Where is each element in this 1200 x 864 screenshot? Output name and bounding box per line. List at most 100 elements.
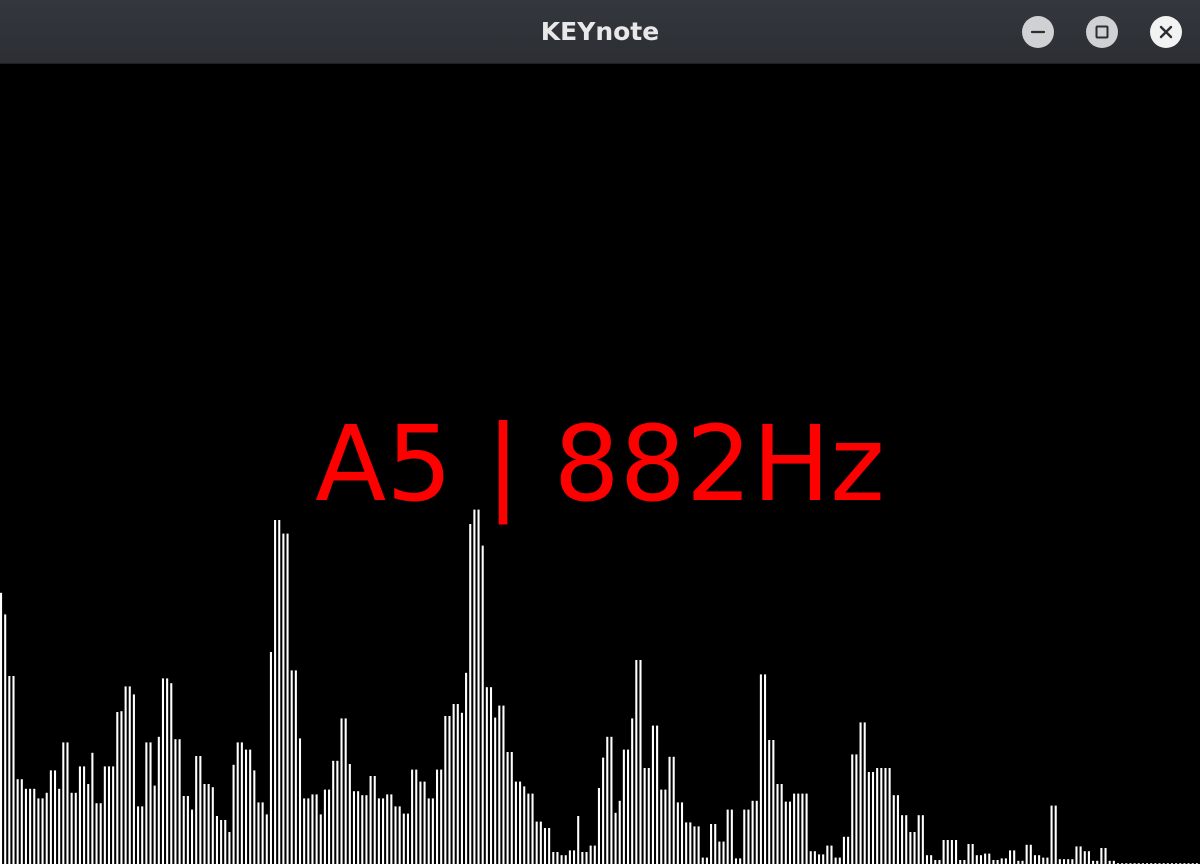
spectrum-bar	[311, 794, 314, 864]
spectrum-bar	[157, 736, 160, 864]
spectrum-bar	[87, 784, 90, 864]
spectrum-bar	[211, 787, 214, 864]
spectrum-bar	[631, 718, 634, 864]
spectrum-bar	[809, 851, 812, 864]
spectrum-bar	[593, 845, 596, 864]
spectrum-bar	[107, 766, 111, 864]
spectrum-bar	[581, 852, 584, 864]
spectrum-bar	[469, 524, 472, 864]
visualizer-area: A5 | 882Hz	[0, 64, 1200, 864]
close-button[interactable]	[1150, 16, 1182, 48]
spectrum-bar	[232, 764, 235, 864]
spectrum-bar	[1058, 859, 1061, 864]
spectrum-bar	[170, 683, 173, 864]
spectrum-bar	[930, 855, 933, 864]
spectrum-bar	[502, 705, 505, 864]
spectrum-bar	[348, 764, 351, 864]
spectrum-bar	[602, 757, 605, 864]
spectrum-bar	[685, 822, 688, 864]
spectrum-bar	[955, 840, 958, 864]
spectrum-bar	[651, 725, 654, 864]
spectrum-bar	[905, 815, 908, 864]
spectrum-bar	[323, 789, 326, 864]
spectrum-bar	[203, 784, 206, 864]
spectrum-bar	[489, 687, 493, 864]
spectrum-bar	[710, 824, 713, 864]
spectrum-bar	[278, 520, 281, 864]
spectrum-bar	[141, 806, 144, 864]
spectrum-bar	[1054, 805, 1057, 864]
spectrum-bar	[298, 738, 302, 864]
spectrum-bar	[377, 798, 380, 864]
spectrum-bar	[830, 845, 833, 864]
spectrum-bar	[813, 851, 816, 864]
spectrum-bar	[1100, 848, 1103, 864]
spectrum-bar	[8, 676, 11, 864]
spectrum-bar	[701, 857, 704, 864]
spectrum-bar	[739, 858, 742, 864]
spectrum-bar	[128, 686, 131, 864]
spectrum-bar	[618, 800, 621, 864]
spectrum-bar	[427, 798, 430, 864]
spectrum-bar	[423, 781, 426, 864]
spectrum-bar	[539, 821, 542, 864]
spectrum-bar	[560, 855, 563, 864]
note-frequency-display: A5 | 882Hz	[315, 403, 885, 525]
spectrum-bar	[780, 784, 783, 864]
spectrum-bar	[925, 855, 929, 864]
spectrum-bar	[668, 756, 671, 864]
spectrum-bar	[938, 860, 941, 864]
spectrum-bar	[149, 742, 152, 864]
spectrum-bar	[959, 860, 962, 864]
spectrum-bar	[1004, 858, 1007, 864]
spectrum-bar	[161, 678, 165, 864]
spectrum-bar	[215, 816, 218, 864]
spectrum-bar	[855, 754, 858, 864]
spectrum-bar	[946, 840, 949, 864]
spectrum-bar	[514, 781, 517, 864]
spectrum-bar	[365, 795, 368, 864]
spectrum-bar	[1062, 859, 1066, 864]
spectrum-bar	[444, 716, 447, 864]
spectrum-bar	[182, 796, 185, 864]
spectrum-bar	[1067, 859, 1070, 864]
spectrum-bar	[718, 841, 721, 864]
spectrum-bar	[16, 779, 19, 864]
spectrum-bar	[112, 766, 115, 864]
spectrum-bar	[842, 836, 845, 864]
spectrum-bar	[373, 776, 376, 864]
spectrum-bar	[564, 855, 567, 864]
spectrum-bar	[730, 809, 733, 864]
spectrum-bar	[352, 791, 356, 864]
spectrum-bar	[722, 841, 725, 864]
spectrum-bar	[431, 798, 434, 864]
spectrum-bar	[896, 795, 899, 864]
spectrum-bar	[178, 739, 181, 864]
spectrum-bar	[186, 796, 189, 864]
spectrum-bar	[78, 766, 81, 864]
spectrum-bar	[137, 806, 140, 864]
spectrum-bar	[465, 672, 468, 864]
spectrum-bar	[531, 793, 534, 864]
spectrum-bar	[573, 850, 576, 864]
spectrum-bar	[1104, 848, 1107, 864]
spectrum-bar	[228, 832, 231, 864]
spectrum-bar	[199, 756, 202, 864]
spectrum-bar	[597, 788, 600, 864]
spectrum-bar	[880, 768, 883, 864]
spectrum-bar	[191, 809, 194, 864]
maximize-button[interactable]	[1086, 16, 1118, 48]
spectrum-bar	[166, 678, 169, 864]
spectrum-bar	[705, 857, 708, 864]
minimize-button[interactable]	[1022, 16, 1054, 48]
title-bar[interactable]: KEYnote	[0, 0, 1200, 64]
minimize-icon	[1030, 30, 1046, 34]
spectrum-bar	[236, 742, 239, 864]
spectrum-bar	[265, 814, 268, 864]
spectrum-bar	[743, 809, 746, 864]
spectrum-bar	[224, 820, 227, 864]
spectrum-bar	[45, 792, 48, 864]
spectrum-bar	[1075, 846, 1078, 864]
spectrum-bar	[552, 852, 555, 864]
spectrum-bar	[286, 533, 289, 864]
